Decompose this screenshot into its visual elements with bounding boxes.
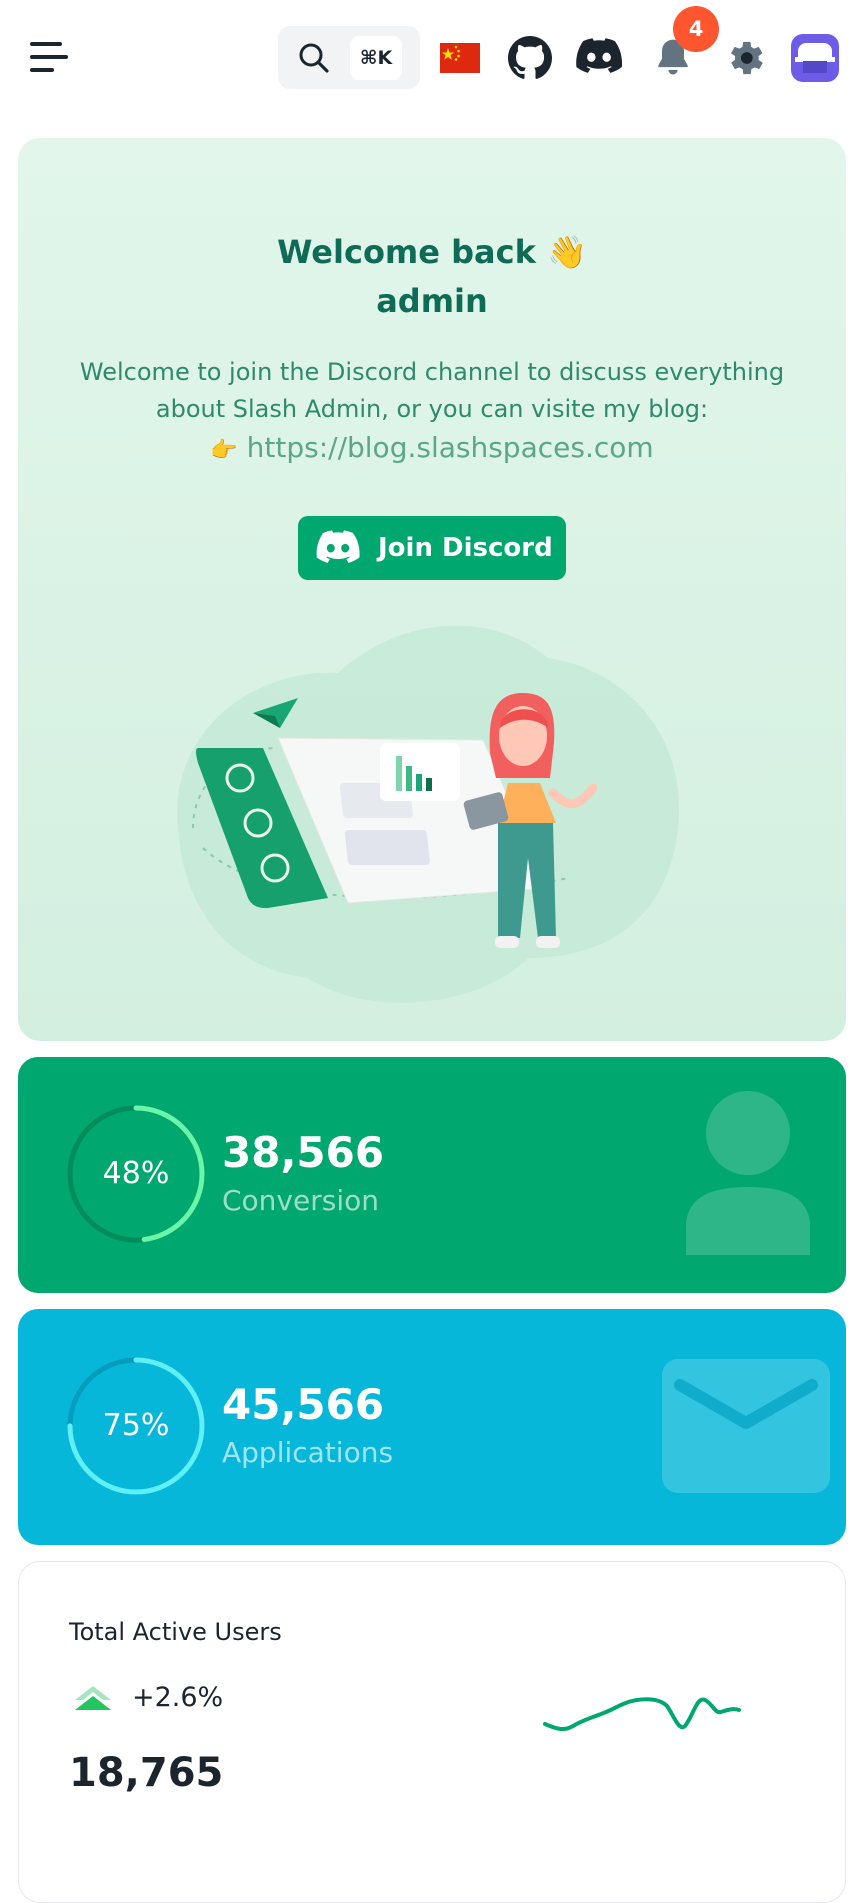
applications-card: 75% 45,566 Applications [18,1309,846,1545]
conversion-label: Conversion [222,1184,379,1217]
join-discord-button[interactable]: Join Discord [298,516,566,580]
github-icon[interactable] [508,36,552,80]
conversion-card: 48% 38,566 Conversion [18,1057,846,1293]
applications-value: 45,566 [222,1380,385,1429]
active-users-sparkline [543,1697,741,1732]
trending-up-icon [75,1686,111,1710]
active-users-title: Total Active Users [69,1618,282,1646]
search-shortcut: ⌘K [350,36,402,80]
total-active-users-card: Total Active Users +2.6% 18,765 [18,1561,846,1903]
conversion-percent: 48% [102,1156,170,1191]
blog-link[interactable]: https://blog.slashspaces.com [247,431,654,464]
welcome-card: Welcome back 👋 admin Welcome to join the… [18,138,846,1041]
cn-flag-icon[interactable] [440,43,480,73]
applications-percent: 75% [102,1408,170,1443]
welcome-title: Welcome back 👋 admin [18,228,846,326]
active-users-value: 18,765 [69,1750,224,1796]
discord-icon[interactable] [576,36,622,78]
avatar[interactable] [791,34,839,82]
blog-link-line: 👉 https://blog.slashspaces.com [18,428,846,471]
welcome-username: admin [376,282,488,320]
gear-icon[interactable] [723,36,767,80]
notification-badge: 4 [673,6,719,52]
menu-icon[interactable] [30,42,74,76]
welcome-illustration [177,625,679,1003]
active-users-change: +2.6% [132,1682,224,1713]
discord-icon [316,530,360,563]
search-icon [299,43,329,73]
welcome-title-line1: Welcome back 👋 [277,233,587,271]
applications-label: Applications [222,1436,394,1469]
top-bar: ⌘K 4 [0,0,858,118]
user-icon [686,1091,810,1255]
join-discord-label: Join Discord [378,533,553,563]
pointing-hand-icon: 👉 [210,438,238,463]
mail-icon [662,1359,830,1493]
conversion-value: 38,566 [222,1128,385,1177]
welcome-description: Welcome to join the Discord channel to d… [79,358,785,423]
search-button[interactable]: ⌘K [278,26,420,89]
